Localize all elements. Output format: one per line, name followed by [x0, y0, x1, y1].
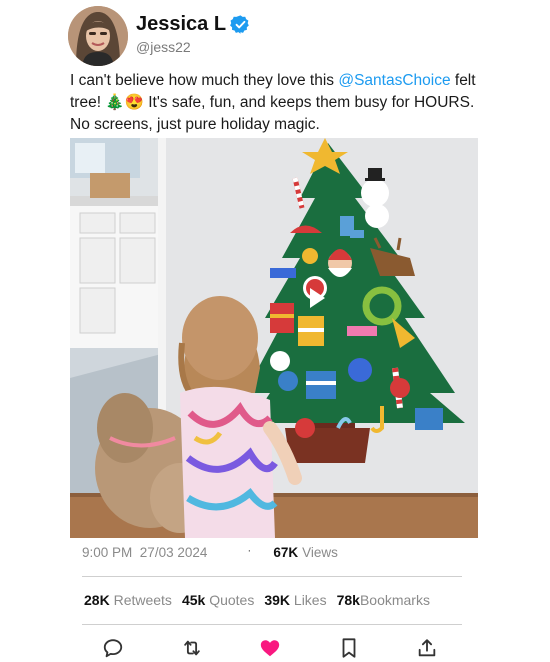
user-name[interactable]: Jessica L [136, 13, 226, 36]
like-button[interactable] [257, 635, 283, 661]
likes-label: Likes [293, 592, 327, 608]
retweet-icon [183, 640, 200, 656]
verified-badge-icon [230, 15, 249, 34]
bookmark-button[interactable] [336, 635, 362, 661]
share-icon [418, 639, 436, 657]
reply-icon [103, 639, 123, 658]
reply-button[interactable] [100, 635, 126, 661]
mention-link[interactable]: @SantasChoice [338, 72, 450, 89]
user-handle[interactable]: @jess22 [136, 39, 251, 55]
share-button[interactable] [414, 635, 440, 661]
quotes-label: Quotes [209, 592, 255, 608]
tweet-date[interactable]: 27/03 2024 [140, 545, 208, 560]
quotes-stat[interactable]: 45k Quotes [182, 592, 254, 608]
bookmark-icon [342, 638, 355, 658]
tweet-header: Jessica L @jess22 [68, 6, 251, 66]
retweet-button[interactable] [179, 635, 205, 661]
likes-count: 39K [264, 592, 291, 608]
tweet-time[interactable]: 9:00 PM [82, 545, 132, 560]
heart-icon [260, 640, 280, 657]
avatar[interactable] [68, 6, 128, 66]
bookmarks-label: Bookmarks [359, 592, 430, 608]
tweet-stats: 28K Retweets 45k Quotes 39K Likes 78kBoo… [84, 592, 440, 608]
bookmarks-count: 78k [336, 592, 360, 608]
tweet-text-start: I can't believe how much they love this [70, 72, 339, 89]
tweet-photo[interactable] [70, 138, 478, 538]
views-count: 67K [273, 545, 299, 560]
retweets-label: Retweets [113, 592, 172, 608]
retweets-stat[interactable]: 28K Retweets [84, 592, 172, 608]
bookmarks-stat[interactable]: 78kBookmarks [337, 592, 430, 608]
tweet-text: I can't believe how much they love this … [70, 70, 480, 136]
separator-dot: · [247, 542, 252, 557]
retweets-count: 28K [84, 592, 110, 608]
likes-stat[interactable]: 39K Likes [264, 592, 326, 608]
views-label: Views [302, 545, 338, 560]
tweet-meta: 9:00 PM 27/03 2024 · 67K Views [82, 542, 338, 561]
divider-bottom [82, 624, 462, 625]
tweet-actions [100, 635, 440, 661]
quotes-count: 45k [181, 592, 206, 608]
divider-top [82, 576, 462, 577]
